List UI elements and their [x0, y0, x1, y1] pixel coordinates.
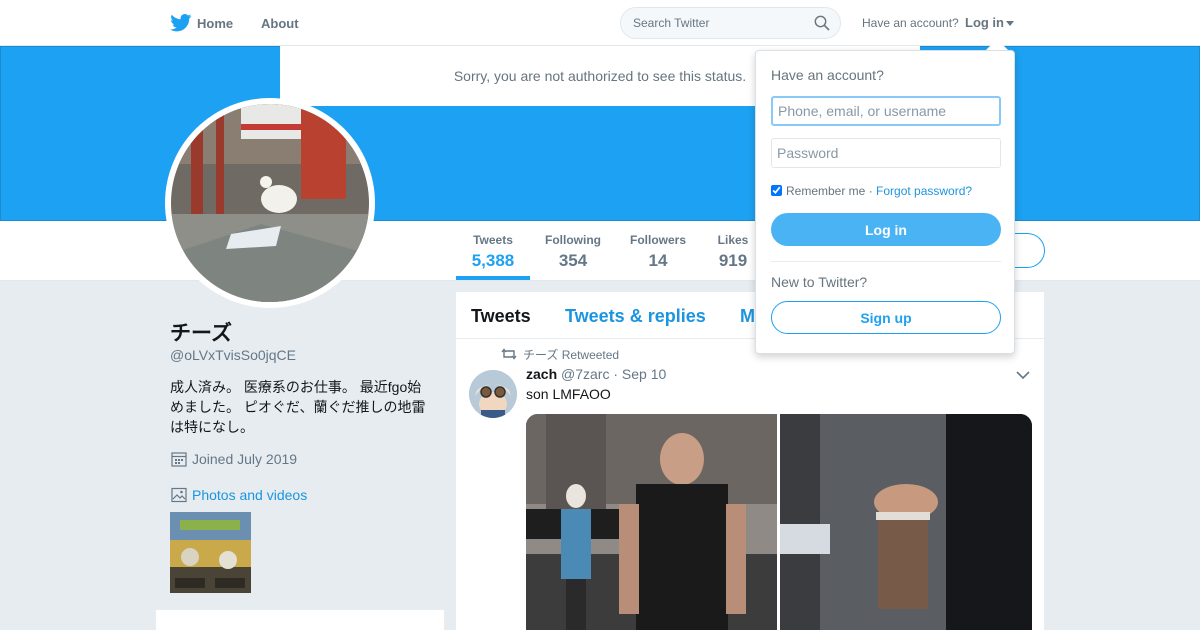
caret-down-icon: [1006, 21, 1014, 27]
stat-label: Likes: [717, 233, 749, 247]
stat-label: Following: [545, 233, 601, 247]
tweet-separator: ·: [609, 366, 622, 382]
forgot-password-link[interactable]: Forgot password?: [876, 184, 972, 198]
password-field[interactable]: [771, 138, 1001, 168]
avatar-photo: [171, 104, 369, 302]
photos-videos-link[interactable]: Photos and videos: [171, 487, 307, 503]
tweet-date[interactable]: Sep 10: [622, 366, 666, 382]
tweet-header: zach @7zarc · Sep 10: [526, 366, 666, 382]
stat-tweets[interactable]: Tweets 5,388: [456, 233, 530, 271]
remember-label[interactable]: Remember me: [786, 184, 865, 198]
calendar-icon: [171, 452, 187, 467]
retweet-context: チーズ Retweeted: [501, 346, 619, 363]
dropdown-arrow: [986, 39, 1008, 50]
chevron-down-icon[interactable]: [1016, 370, 1030, 380]
sidebar-card: [156, 610, 444, 630]
stat-value: 354: [558, 251, 588, 270]
username-field[interactable]: [771, 96, 1001, 126]
stat-likes[interactable]: Likes 919: [712, 233, 754, 271]
photo-icon: [171, 487, 187, 503]
have-account-text: Have an account?: [862, 16, 959, 30]
tab-tweets-replies[interactable]: Tweets & replies: [565, 306, 706, 327]
tweet-author-name[interactable]: zach: [526, 366, 557, 382]
stat-value: 919: [718, 251, 748, 270]
tab-media[interactable]: M: [740, 306, 755, 327]
tab-tweets[interactable]: Tweets: [471, 306, 531, 327]
remember-checkbox[interactable]: [771, 185, 782, 196]
stat-followers[interactable]: Followers 14: [625, 233, 691, 271]
nav-home-link[interactable]: Home: [197, 16, 233, 31]
stat-following[interactable]: Following 354: [540, 233, 606, 271]
photos-link-label: Photos and videos: [192, 487, 308, 503]
retweet-icon: [501, 348, 517, 360]
joined-text: Joined July 2019: [192, 451, 298, 467]
stat-value: 14: [648, 251, 668, 270]
login-menu-toggle[interactable]: Log in: [965, 15, 1014, 30]
stat-value: 5,388: [471, 251, 515, 270]
tweet-author-avatar[interactable]: [469, 370, 517, 418]
tweet-text: son LMFAOO: [526, 386, 611, 402]
stat-label: Followers: [629, 233, 686, 247]
joined-date: Joined July 2019: [171, 451, 297, 467]
twitter-bird-icon[interactable]: [170, 14, 192, 32]
dropdown-divider: [771, 261, 1001, 262]
search-input[interactable]: [633, 15, 803, 31]
stat-label: Tweets: [473, 233, 513, 247]
tweet-author-handle[interactable]: @7zarc: [561, 366, 609, 382]
top-nav-bar: Home About Have an account? Log in: [0, 0, 1200, 46]
profile-handle[interactable]: @oLVxTvisSo0jqCE: [170, 347, 296, 363]
remember-row: Remember me · Forgot password?: [771, 184, 972, 198]
nav-about-link[interactable]: About: [261, 16, 299, 31]
profile-avatar[interactable]: [165, 98, 375, 308]
new-to-twitter-text: New to Twitter?: [771, 274, 868, 290]
login-link-label: Log in: [965, 15, 1004, 30]
tweet-media[interactable]: [526, 414, 1032, 630]
media-thumbnail[interactable]: [170, 512, 251, 593]
profile-name[interactable]: チーズ: [170, 317, 232, 347]
active-stat-indicator: [456, 276, 530, 280]
login-button[interactable]: Log in: [771, 213, 1001, 246]
signup-button[interactable]: Sign up: [771, 301, 1001, 334]
retweet-label: チーズ Retweeted: [523, 348, 620, 362]
login-dropdown: Have an account? Remember me · Forgot pa…: [755, 50, 1015, 354]
remember-separator: ·: [865, 184, 877, 198]
search-box[interactable]: [620, 7, 841, 39]
search-icon[interactable]: [814, 15, 830, 31]
profile-bio: 成人済み。 医療系のお仕事。 最近fgo始めました。 ピオぐだ、蘭ぐだ推しの地雷…: [170, 379, 426, 435]
dropdown-heading: Have an account?: [771, 67, 884, 83]
